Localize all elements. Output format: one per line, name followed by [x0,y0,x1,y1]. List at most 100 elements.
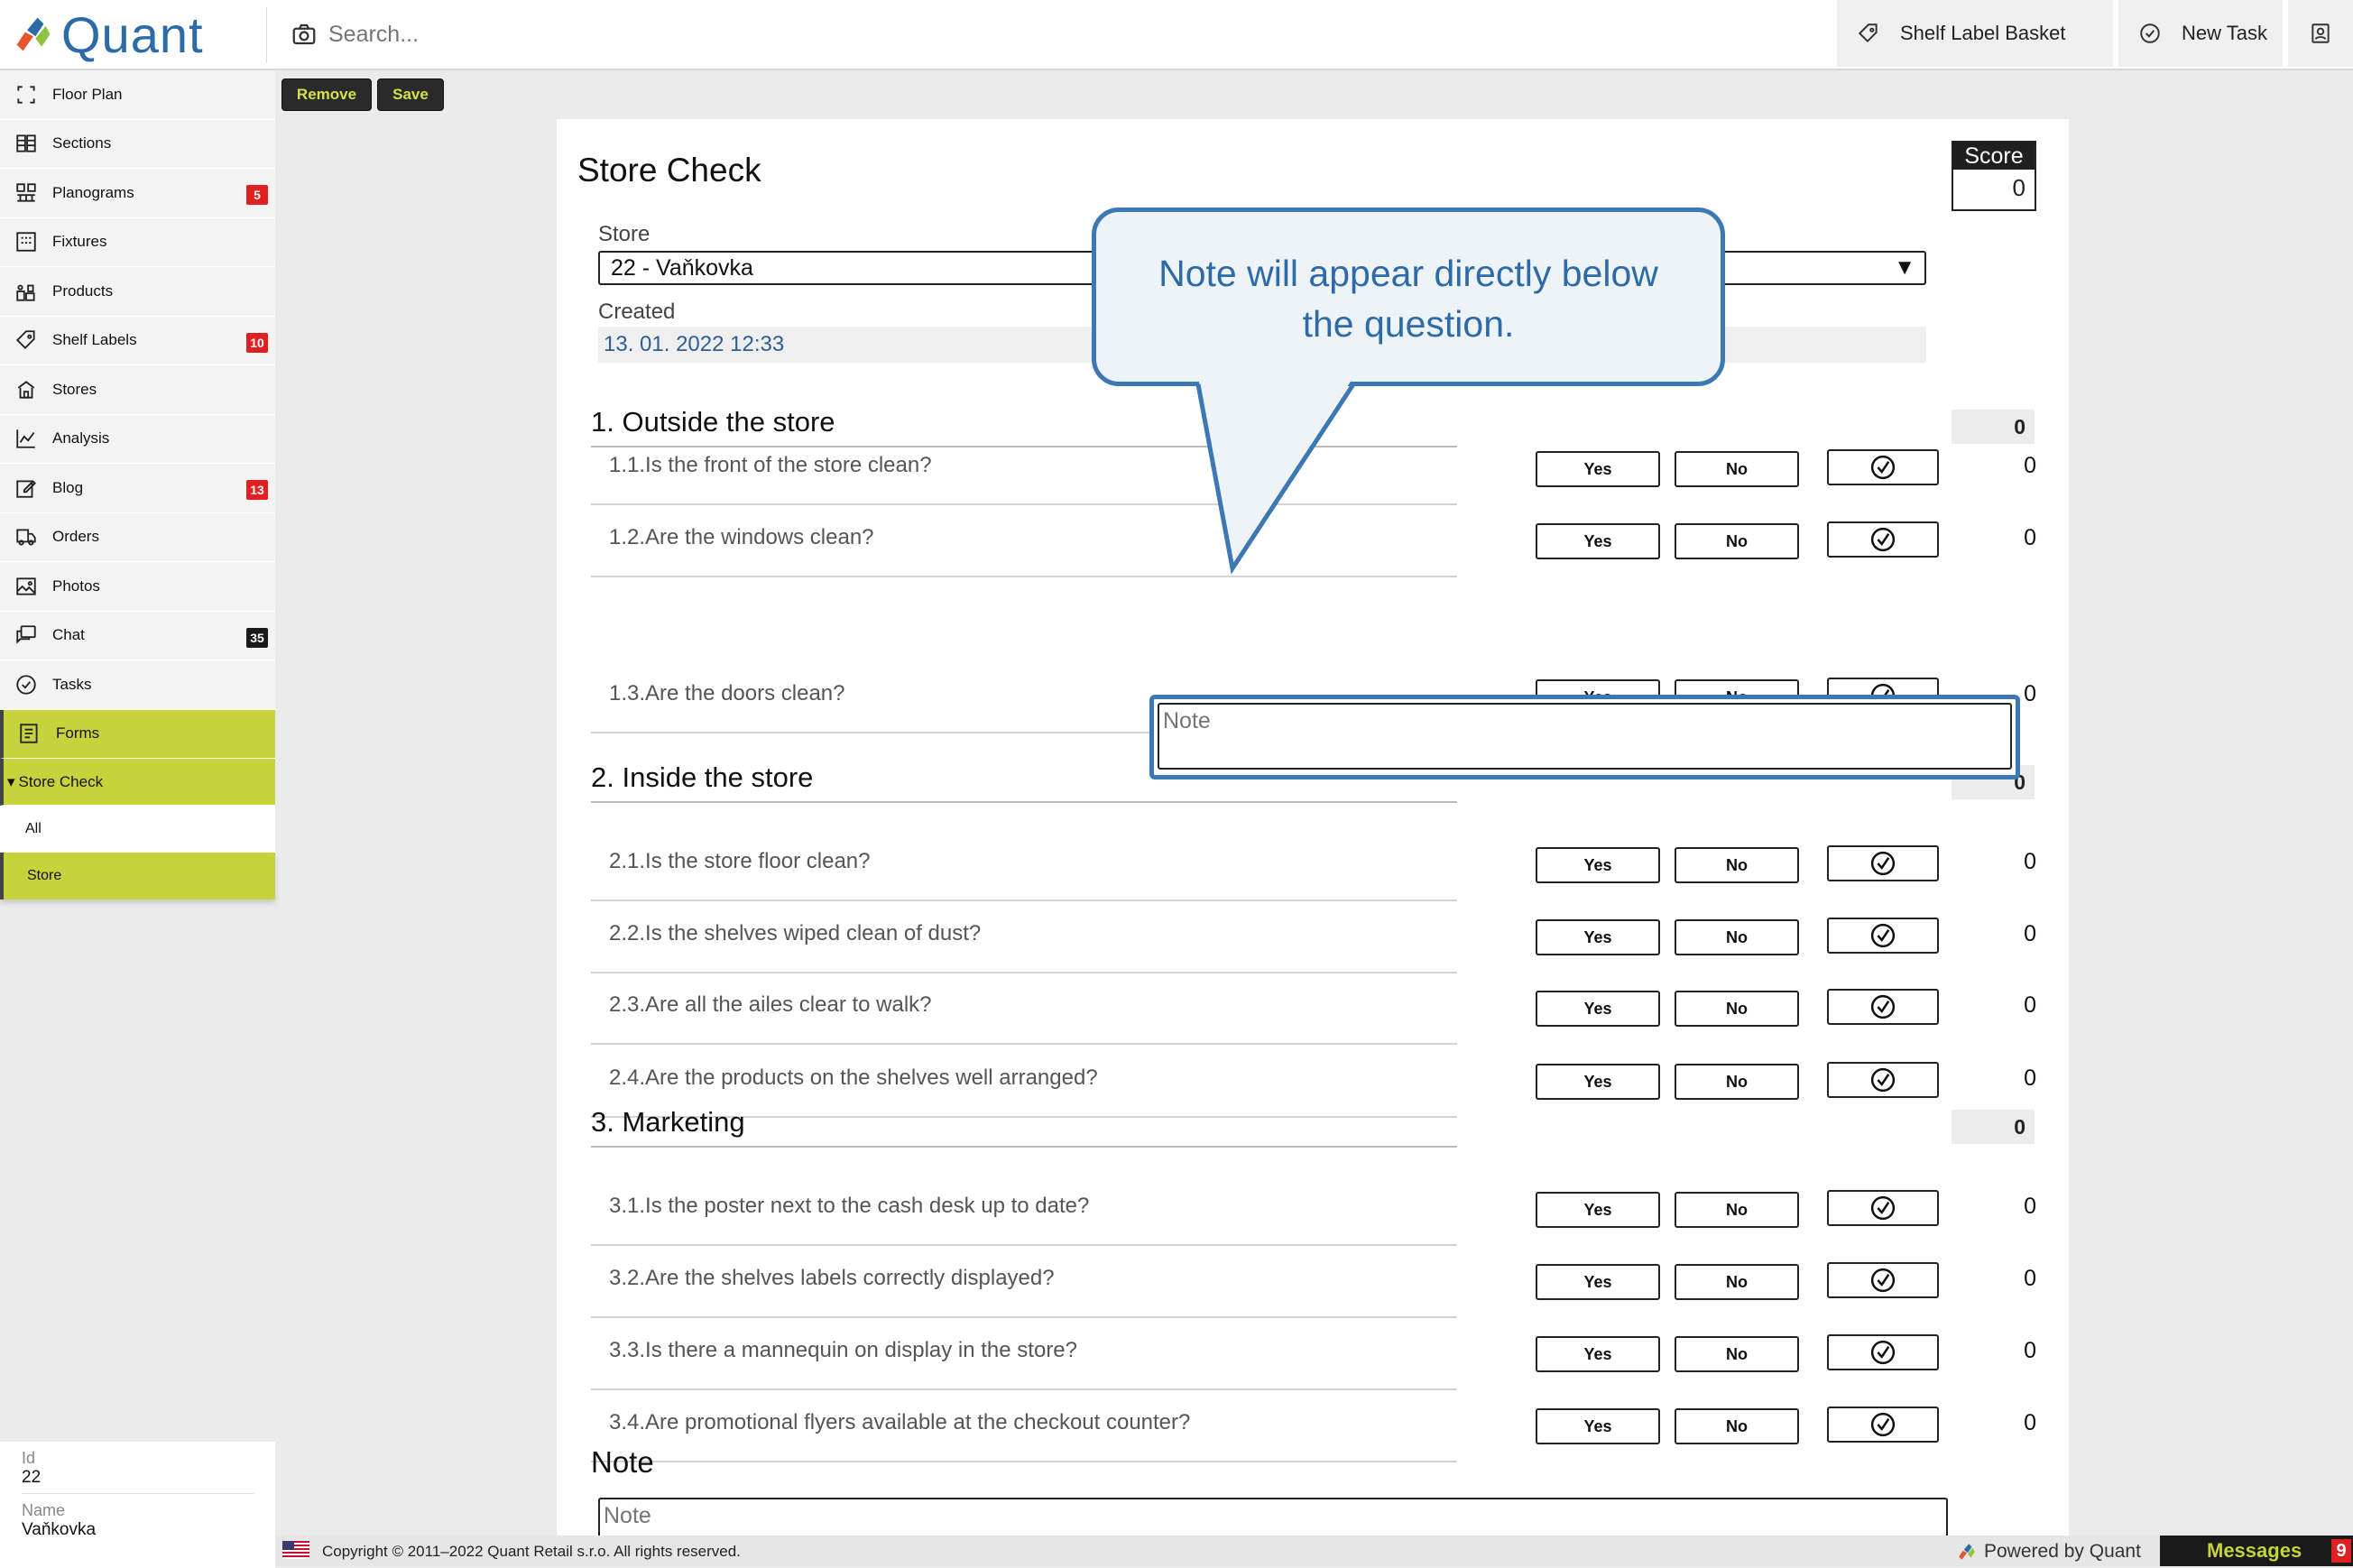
check-circle-icon [1870,455,1896,480]
no-button[interactable]: No [1675,1192,1799,1228]
no-button[interactable]: No [1675,847,1799,883]
question-note-highlight [1149,695,2020,779]
sidebar-sub-label: Store [27,868,62,883]
sidebar-item-label: Planograms [52,183,134,201]
sidebar-item-label: Orders [52,528,99,546]
sidebar-item-sections[interactable]: Sections [0,119,275,169]
us-flag-icon[interactable] [282,1541,309,1559]
checkmark-button[interactable] [1827,1407,1939,1443]
sidebar-item-blog[interactable]: Blog 13 [0,464,275,513]
user-profile-button[interactable] [2288,0,2353,67]
image-icon [16,577,36,595]
new-task-label: New Task [2182,22,2267,44]
question-score: 0 [2024,992,2036,1018]
checkmark-button[interactable] [1827,989,1939,1025]
no-button[interactable]: No [1675,523,1799,559]
no-button[interactable]: No [1675,451,1799,487]
no-button[interactable]: No [1675,1408,1799,1444]
no-button[interactable]: No [1675,919,1799,955]
checkmark-button[interactable] [1827,1262,1939,1298]
save-button[interactable]: Save [377,78,444,111]
checkmark-button[interactable] [1827,918,1939,954]
truck-icon [16,529,36,546]
question-note-input[interactable] [1158,703,2012,770]
question-text: 2.1.Is the store floor clean? [609,849,871,873]
score-value: 0 [2012,174,2025,201]
camera-icon[interactable] [291,21,318,48]
question-row: 3.2.Are the shelves labels correctly dis… [591,1248,1457,1318]
fixtures-icon [16,232,36,252]
no-button[interactable]: No [1675,1264,1799,1300]
total-score: Score 0 [1952,141,2036,211]
sidebar-item-forms[interactable]: Forms [0,709,275,759]
store-icon [17,380,35,399]
yes-button[interactable]: Yes [1536,523,1660,559]
checkmark-button[interactable] [1827,521,1939,558]
app-name: Quant [61,5,204,63]
checkmark-button[interactable] [1827,1190,1939,1226]
sidebar-item-photos[interactable]: Photos [0,562,275,612]
yes-button[interactable]: Yes [1536,1192,1660,1228]
callout-pointer [1195,377,1356,575]
yes-button[interactable]: Yes [1536,847,1660,883]
sidebar-sub-store[interactable]: Store [0,853,275,899]
sidebar-item-label: Fixtures [52,233,107,251]
no-button[interactable]: No [1675,991,1799,1027]
question-score: 0 [2024,921,2036,946]
yes-button[interactable]: Yes [1536,451,1660,487]
note-section-title: Note [591,1445,654,1479]
question-row: 3.3.Is there a mannequin on display in t… [591,1320,1457,1390]
question-row: 3.4.Are promotional flyers available at … [591,1392,1457,1462]
checkmark-button[interactable] [1827,1062,1939,1098]
question-text: 1.1.Is the front of the store clean? [609,453,932,477]
yes-button[interactable]: Yes [1536,1264,1660,1300]
sidebar-item-shelf-labels[interactable]: Shelf Labels 10 [0,316,275,365]
sidebar-item-orders[interactable]: Orders [0,512,275,562]
powered-by[interactable]: Powered by Quant [1957,1541,2141,1563]
question-text: 3.1.Is the poster next to the cash desk … [609,1194,1090,1218]
sidebar-item-planograms[interactable]: Planograms 5 [0,169,275,218]
question-text: 2.3.Are all the ailes clear to walk? [609,992,932,1017]
sidebar-item-stores[interactable]: Stores [0,365,275,415]
remove-button[interactable]: Remove [281,78,372,111]
section-divider [591,801,1457,803]
messages-button[interactable]: Messages 9 [2160,1536,2353,1566]
sidebar-item-chat[interactable]: Chat 35 [0,611,275,660]
form-note-input[interactable] [598,1498,1948,1537]
checkmark-button[interactable] [1827,449,1939,485]
question-row: 3.1.Is the poster next to the cash desk … [591,1176,1457,1246]
sidebar-item-products[interactable]: Products [0,267,275,317]
section-title: 3. Marketing [591,1106,745,1138]
yes-button[interactable]: Yes [1536,1064,1660,1100]
tag-icon [1858,23,1878,43]
check-circle-icon [1870,994,1896,1019]
sidebar-item-analysis[interactable]: Analysis [0,414,275,464]
question-text: 1.3.Are the doors clean? [609,681,845,706]
yes-button[interactable]: Yes [1536,1336,1660,1372]
sidebar-item-fixtures[interactable]: Fixtures [0,217,275,267]
new-task-button[interactable]: New Task [2118,0,2283,67]
sidebar-item-label: Sections [52,134,112,152]
sidebar-group-store-check[interactable]: ▾ Store Check [0,759,275,806]
yes-button[interactable]: Yes [1536,991,1660,1027]
check-circle-icon [1870,1340,1896,1365]
question-row: 2.3.Are all the ailes clear to walk? [591,974,1457,1045]
sidebar-item-floor-plan[interactable]: Floor Plan [0,70,275,120]
no-button[interactable]: No [1675,1064,1799,1100]
check-circle-icon [1870,923,1896,948]
checkmark-button[interactable] [1827,1334,1939,1370]
no-button[interactable]: No [1675,1336,1799,1372]
checkmark-button[interactable] [1827,845,1939,881]
yes-button[interactable]: Yes [1536,1408,1660,1444]
sidebar-sub-label: All [25,821,42,836]
section-score: 0 [1952,410,2035,444]
tag-icon [15,330,35,350]
search-input[interactable] [328,21,870,48]
form-icon [20,724,38,743]
quant-logo[interactable]: Quant [13,5,204,63]
search-bar[interactable] [291,16,870,52]
sidebar-item-tasks[interactable]: Tasks [0,660,275,710]
shelf-label-basket-button[interactable]: Shelf Label Basket [1837,0,2113,67]
yes-button[interactable]: Yes [1536,919,1660,955]
sidebar-sub-all[interactable]: All [0,806,275,853]
